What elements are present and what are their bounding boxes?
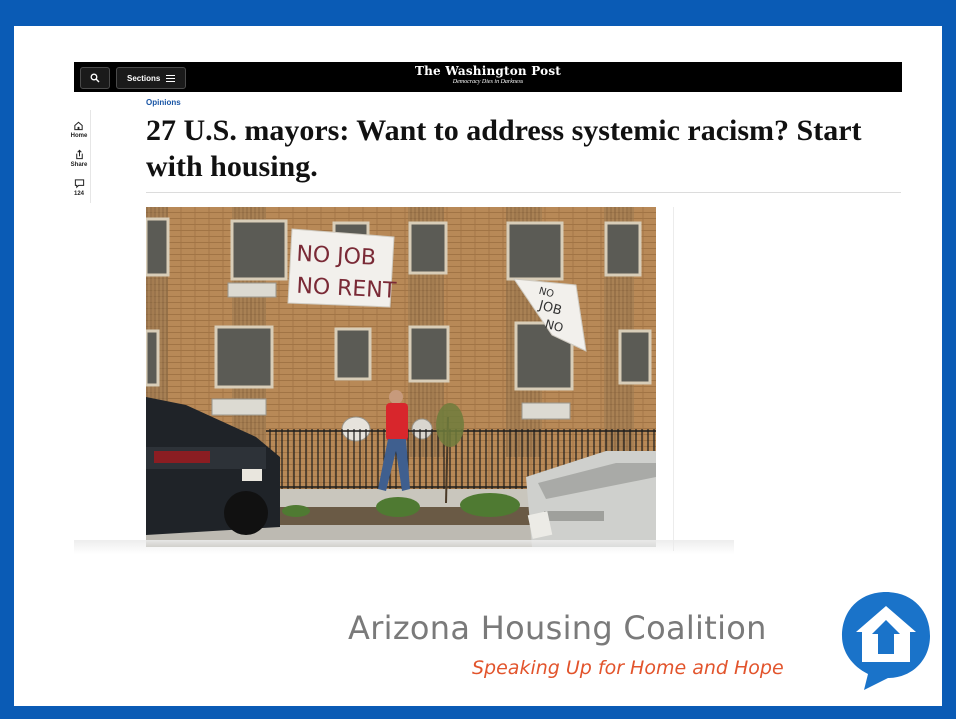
coalition-tagline: Speaking Up for Home and Hope [472,657,784,679]
article-photo: NO JOB NO RENT NO JOB NO [146,207,656,547]
comment-icon [74,179,84,189]
column-divider [673,207,674,551]
coalition-logo [842,592,930,690]
header-divider [146,192,901,193]
banner-left: NO JOB NO RENT [287,228,398,308]
masthead-tagline: Democracy Dies in Darkness [452,79,524,85]
article-headline: 27 U.S. mayors: Want to address systemic… [146,114,862,183]
home-button[interactable]: Home [70,120,88,139]
side-rail: Home Share 124 [68,110,91,203]
comments-count: 124 [73,191,84,197]
home-icon [74,121,84,131]
coalition-name: Arizona Housing Coalition [348,609,767,647]
top-navigation-bar: Sections The Washington Post Democracy D… [74,62,902,92]
share-button[interactable]: Share [70,149,88,168]
comments-button[interactable]: 124 [74,178,85,197]
masthead[interactable]: The Washington Post Democracy Dies in Da… [74,64,902,85]
banner-left-line1: NO JOB [296,242,377,271]
photo-illustration: NO JOB NO RENT NO JOB NO [146,207,656,547]
photo-shadow [74,540,734,554]
home-label: Home [70,133,88,139]
section-label[interactable]: Opinions [146,98,181,107]
masthead-name: The Washington Post [414,64,562,78]
share-icon [75,149,83,160]
share-label: Share [70,162,88,168]
banner-left-line2: NO RENT [296,274,398,304]
